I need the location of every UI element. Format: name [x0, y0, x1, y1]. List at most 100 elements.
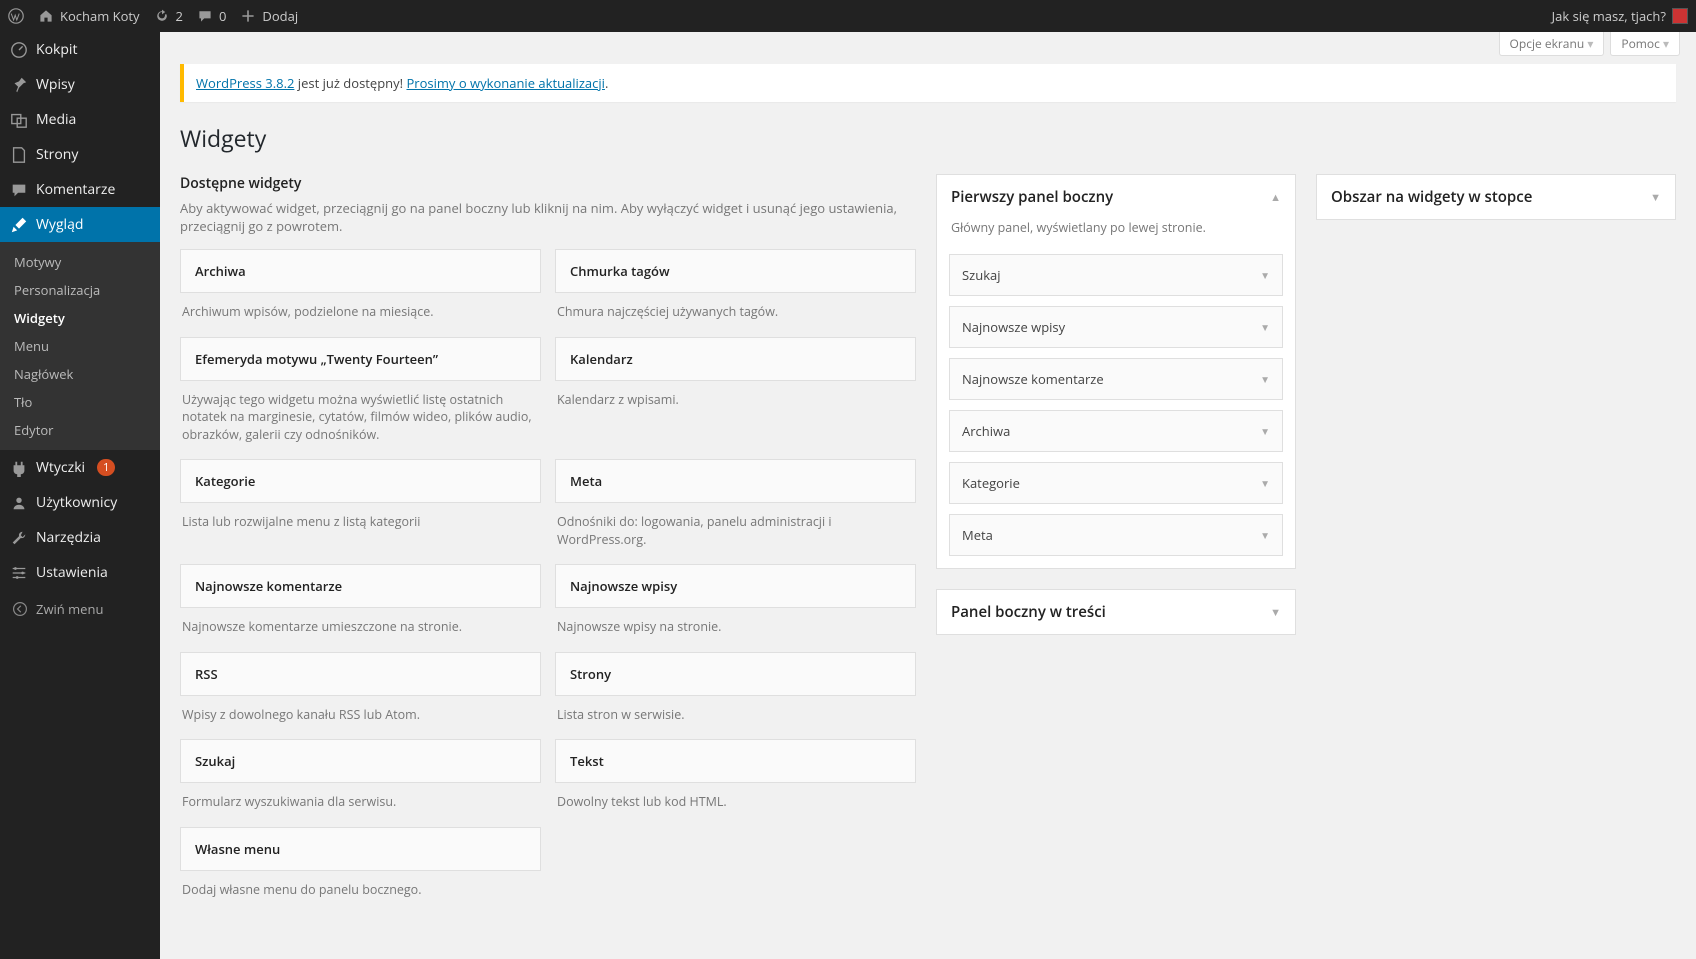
available-heading: Dostępne widgety — [180, 174, 916, 193]
widget-title[interactable]: Własne menu — [180, 827, 541, 871]
pin-icon — [10, 76, 28, 94]
new-link[interactable]: Dodaj — [240, 7, 298, 25]
primary-sidebar-desc: Główny panel, wyświetlany po lewej stron… — [937, 219, 1295, 244]
chevron-down-icon: ▼ — [1270, 605, 1281, 620]
available-widget: MetaOdnośniki do: logowania, panelu admi… — [555, 459, 916, 564]
widget-title[interactable]: Efemeryda motywu „Twenty Fourteen” — [180, 337, 541, 381]
widget-description: Wpisy z dowolnego kanału RSS lub Atom. — [180, 696, 541, 740]
content-sidebar-title: Panel boczny w treści — [951, 602, 1106, 622]
submenu-customize[interactable]: Personalizacja — [0, 276, 160, 304]
home-icon — [38, 8, 54, 24]
page-title: Widgety — [180, 122, 1676, 154]
chevron-down-icon: ▼ — [1650, 190, 1661, 205]
menu-tools[interactable]: Narzędzia — [0, 520, 160, 555]
submenu-background[interactable]: Tło — [0, 388, 160, 416]
wrench-icon — [10, 529, 28, 547]
notice-text: jest już dostępny! — [294, 74, 406, 92]
available-widget: RSSWpisy z dowolnego kanału RSS lub Atom… — [180, 652, 541, 740]
placed-widget[interactable]: Najnowsze wpisy▼ — [949, 306, 1283, 348]
submenu-widgets[interactable]: Widgety — [0, 304, 160, 332]
available-widget: Efemeryda motywu „Twenty Fourteen”Używaj… — [180, 337, 541, 460]
widget-description: Dodaj własne menu do panelu bocznego. — [180, 871, 541, 915]
plugin-icon — [10, 459, 28, 477]
widget-description: Archiwum wpisów, podzielone na miesiące. — [180, 293, 541, 337]
wp-logo[interactable] — [8, 8, 24, 24]
menu-dashboard[interactable]: Kokpit — [0, 32, 160, 67]
chevron-down-icon: ▼ — [1260, 528, 1270, 542]
help-button[interactable]: Pomoc — [1610, 32, 1680, 56]
chevron-up-icon: ▲ — [1270, 190, 1281, 205]
widget-description: Najnowsze komentarze umieszczone na stro… — [180, 608, 541, 652]
submenu-themes[interactable]: Motywy — [0, 248, 160, 276]
widget-title[interactable]: Strony — [555, 652, 916, 696]
available-widget: StronyLista stron w serwisie. — [555, 652, 916, 740]
screen-options-button[interactable]: Opcje ekranu — [1499, 32, 1605, 56]
widget-title[interactable]: Najnowsze komentarze — [180, 564, 541, 608]
refresh-icon — [154, 8, 170, 24]
placed-widget[interactable]: Szukaj ▼ — [949, 254, 1283, 296]
widget-title[interactable]: Tekst — [555, 739, 916, 783]
widget-title[interactable]: Meta — [555, 459, 916, 503]
submenu-menus[interactable]: Menu — [0, 332, 160, 360]
wordpress-icon — [8, 8, 24, 24]
primary-sidebar-panel: Pierwszy panel boczny ▲ Główny panel, wy… — [936, 174, 1296, 569]
available-widget: KalendarzKalendarz z wpisami. — [555, 337, 916, 460]
chevron-down-icon: ▼ — [1260, 268, 1270, 282]
sliders-icon — [10, 564, 28, 582]
chevron-down-icon: ▼ — [1260, 424, 1270, 438]
menu-media[interactable]: Media — [0, 102, 160, 137]
menu-posts[interactable]: Wpisy — [0, 67, 160, 102]
available-widgets-column: Dostępne widgety Aby aktywować widget, p… — [180, 174, 916, 914]
widget-title[interactable]: Szukaj — [180, 739, 541, 783]
widget-title[interactable]: Najnowsze wpisy — [555, 564, 916, 608]
menu-comments[interactable]: Komentarze — [0, 172, 160, 207]
widget-title[interactable]: Kalendarz — [555, 337, 916, 381]
widget-description: Kalendarz z wpisami. — [555, 381, 916, 425]
menu-pages[interactable]: Strony — [0, 137, 160, 172]
page-icon — [10, 146, 28, 164]
plugins-badge: 1 — [97, 459, 115, 476]
widget-description: Chmura najczęściej używanych tagów. — [555, 293, 916, 337]
available-widget: ArchiwaArchiwum wpisów, podzielone na mi… — [180, 249, 541, 337]
notice-version-link[interactable]: WordPress 3.8.2 — [196, 74, 294, 92]
menu-appearance[interactable]: Wygląd — [0, 207, 160, 242]
menu-plugins[interactable]: Wtyczki1 — [0, 450, 160, 485]
sidebar-column-2: Obszar na widgety w stopce ▼ — [1316, 174, 1676, 240]
placed-widget[interactable]: Meta ▼ — [949, 514, 1283, 556]
plus-icon — [240, 8, 256, 24]
submenu-header[interactable]: Nagłówek — [0, 360, 160, 388]
menu-settings[interactable]: Ustawienia — [0, 555, 160, 590]
placed-widget[interactable]: Kategorie▼ — [949, 462, 1283, 504]
avatar — [1672, 8, 1688, 24]
content-sidebar-header[interactable]: Panel boczny w treści ▼ — [937, 590, 1295, 634]
placed-widget-title: Szukaj — [962, 266, 1001, 284]
brush-icon — [10, 216, 28, 234]
primary-sidebar-title: Pierwszy panel boczny — [951, 187, 1113, 207]
collapse-icon — [12, 601, 28, 617]
updates-link[interactable]: 2 — [154, 7, 183, 25]
content-sidebar-panel: Panel boczny w treści ▼ — [936, 589, 1296, 635]
widget-title[interactable]: Chmurka tagów — [555, 249, 916, 293]
primary-sidebar-header[interactable]: Pierwszy panel boczny ▲ — [937, 175, 1295, 219]
updates-count: 2 — [176, 7, 183, 25]
available-description: Aby aktywować widget, przeciągnij go na … — [180, 199, 916, 235]
placed-widget-title: Meta — [962, 526, 993, 544]
widget-title[interactable]: Archiwa — [180, 249, 541, 293]
footer-sidebar-header[interactable]: Obszar na widgety w stopce ▼ — [1317, 175, 1675, 219]
submenu-editor[interactable]: Edytor — [0, 416, 160, 444]
collapse-menu[interactable]: Zwiń menu — [0, 590, 160, 628]
widget-title[interactable]: Kategorie — [180, 459, 541, 503]
chevron-down-icon: ▼ — [1260, 476, 1270, 490]
notice-update-link[interactable]: Prosimy o wykonanie aktualizacji — [406, 74, 604, 92]
available-widget: KategorieLista lub rozwijalne menu z lis… — [180, 459, 541, 564]
comments-link[interactable]: 0 — [197, 7, 226, 25]
account-link[interactable]: Jak się masz, tjach? — [1552, 7, 1688, 25]
menu-users[interactable]: Użytkownicy — [0, 485, 160, 520]
dashboard-icon — [10, 41, 28, 59]
site-link[interactable]: Kocham Koty — [38, 7, 140, 25]
widget-description: Dowolny tekst lub kod HTML. — [555, 783, 916, 827]
widget-title[interactable]: RSS — [180, 652, 541, 696]
widget-description: Formularz wyszukiwania dla serwisu. — [180, 783, 541, 827]
placed-widget[interactable]: Archiwa▼ — [949, 410, 1283, 452]
placed-widget[interactable]: Najnowsze komentarze▼ — [949, 358, 1283, 400]
